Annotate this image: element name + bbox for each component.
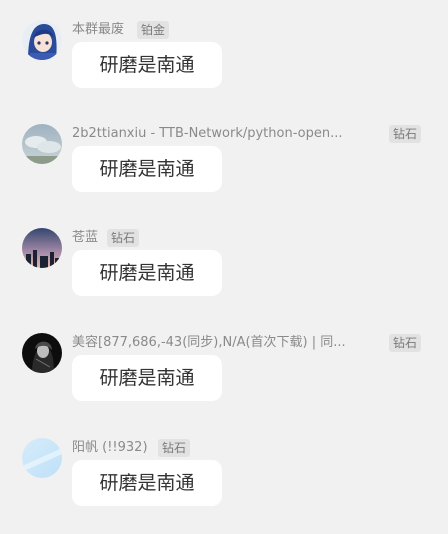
message-bubble[interactable]: 研磨是南通 [72,250,222,296]
sky-clouds-avatar[interactable] [22,124,62,164]
sender-name[interactable]: 阳帆 (!!932) [72,438,148,458]
chat-message: 本群最废 铂金 研磨是南通 [0,20,448,100]
sender-name[interactable]: 美容[877,686,-43(同步),N/A(首次下载) | 同... [72,333,380,353]
message-bubble[interactable]: 研磨是南通 [72,460,222,506]
member-level-badge: 钻石 [158,439,191,457]
chat-message: 阳帆 (!!932) 钻石 研磨是南通 [0,438,448,518]
chat-message-list: 本群最废 铂金 研磨是南通 2b2ttianxiu - TTB-Network/… [0,0,448,534]
message-bubble[interactable]: 研磨是南通 [72,355,222,401]
sender-name[interactable]: 本群最废 [72,20,124,40]
message-bubble[interactable]: 研磨是南通 [72,146,222,192]
chat-message: 美容[877,686,-43(同步),N/A(首次下载) | 同... 钻石 研… [0,333,448,413]
chat-message: 2b2ttianxiu - TTB-Network/python-open...… [0,124,448,204]
sender-name[interactable]: 苍蓝 [72,228,98,248]
message-bubble[interactable]: 研磨是南通 [72,42,222,88]
light-blue-avatar[interactable] [22,438,62,478]
chat-message: 苍蓝 钻石 研磨是南通 [0,228,448,308]
member-level-badge: 钻石 [389,125,422,143]
anime-girl-avatar[interactable] [22,20,62,60]
member-level-badge: 钻石 [389,334,422,352]
dark-portrait-avatar[interactable] [22,333,62,373]
member-level-badge: 铂金 [137,21,170,39]
dusk-skyline-avatar[interactable] [22,228,62,268]
member-level-badge: 钻石 [107,229,140,247]
sender-name[interactable]: 2b2ttianxiu - TTB-Network/python-open... [72,124,380,144]
